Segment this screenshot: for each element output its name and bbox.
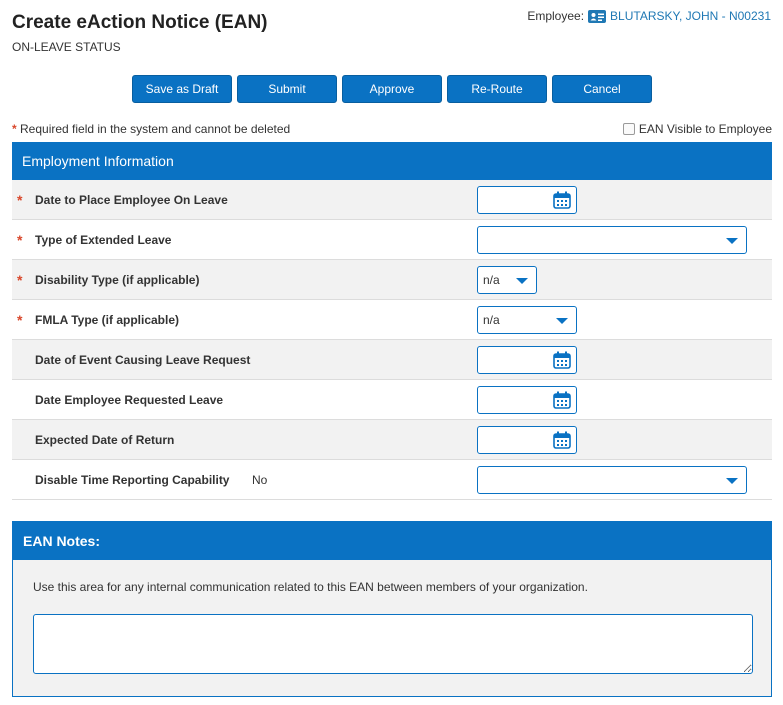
approve-button[interactable]: Approve bbox=[342, 75, 442, 103]
required-field-note: * Required field in the system and canno… bbox=[12, 122, 290, 136]
current-value: No bbox=[252, 472, 268, 487]
required-asterisk: * bbox=[17, 312, 23, 328]
ean-notes-body: Use this area for any internal communica… bbox=[13, 560, 771, 696]
field-label: Date to Place Employee On Leave bbox=[35, 192, 228, 207]
action-toolbar: Save as Draft Submit Approve Re-Route Ca… bbox=[132, 75, 652, 103]
disability-type-select[interactable]: n/a bbox=[477, 265, 537, 294]
expected-return-input[interactable] bbox=[477, 425, 577, 454]
form-row-disability-type: * Disability Type (if applicable) n/a bbox=[12, 260, 772, 300]
required-asterisk: * bbox=[17, 272, 23, 288]
required-asterisk: * bbox=[12, 122, 17, 136]
ean-notes-heading: EAN Notes: bbox=[13, 522, 771, 560]
ean-notes-hint: Use this area for any internal communica… bbox=[33, 580, 588, 594]
calendar-icon[interactable] bbox=[553, 431, 571, 449]
ean-notes-panel: EAN Notes: Use this area for any interna… bbox=[12, 521, 772, 697]
form-row-extended-leave-type: * Type of Extended Leave bbox=[12, 220, 772, 260]
ean-notes-textarea[interactable] bbox=[33, 614, 753, 674]
field-label: Disability Type (if applicable) bbox=[35, 272, 200, 287]
disable-time-reporting-select[interactable] bbox=[477, 465, 747, 494]
employee-info: Employee: BLUTARSKY, JOHN - N00231 bbox=[527, 9, 771, 23]
ean-visible-label: EAN Visible to Employee bbox=[638, 122, 772, 136]
re-route-button[interactable]: Re-Route bbox=[447, 75, 547, 103]
form-row-date-requested: Date Employee Requested Leave bbox=[12, 380, 772, 420]
employee-name-link[interactable]: BLUTARSKY, JOHN - N00231 bbox=[610, 9, 771, 23]
select-value: n/a bbox=[483, 272, 500, 287]
field-label: Date of Event Causing Leave Request bbox=[35, 352, 251, 367]
required-asterisk: * bbox=[17, 232, 23, 248]
chevron-down-icon bbox=[726, 477, 738, 484]
calendar-icon[interactable] bbox=[553, 391, 571, 409]
submit-button[interactable]: Submit bbox=[237, 75, 337, 103]
field-label: FMLA Type (if applicable) bbox=[35, 312, 180, 327]
page-subtitle: ON-LEAVE STATUS bbox=[12, 40, 121, 54]
page-title: Create eAction Notice (EAN) bbox=[12, 12, 268, 33]
cancel-button[interactable]: Cancel bbox=[552, 75, 652, 103]
form-row-disable-time-reporting: Disable Time Reporting Capability No bbox=[12, 460, 772, 500]
field-label: Date Employee Requested Leave bbox=[35, 392, 224, 407]
select-value: n/a bbox=[483, 312, 500, 327]
ean-visible-checkbox[interactable] bbox=[622, 123, 635, 135]
fmla-type-select[interactable]: n/a bbox=[477, 305, 577, 334]
field-label: Type of Extended Leave bbox=[35, 232, 172, 247]
chevron-down-icon bbox=[516, 277, 528, 284]
save-as-draft-button[interactable]: Save as Draft bbox=[132, 75, 232, 103]
date-on-leave-input[interactable] bbox=[477, 185, 577, 214]
field-label: Disable Time Reporting Capability bbox=[35, 472, 230, 487]
employment-information-panel: Employment Information * Date to Place E… bbox=[12, 142, 772, 500]
chevron-down-icon bbox=[556, 317, 568, 324]
form-row-fmla-type: * FMLA Type (if applicable) n/a bbox=[12, 300, 772, 340]
date-of-event-input[interactable] bbox=[477, 345, 577, 374]
form-row-date-of-event: Date of Event Causing Leave Request bbox=[12, 340, 772, 380]
extended-leave-type-select[interactable] bbox=[477, 225, 747, 254]
form-row-expected-return: Expected Date of Return bbox=[12, 420, 772, 460]
ean-visible-toggle[interactable]: EAN Visible to Employee bbox=[622, 122, 772, 136]
employment-information-heading: Employment Information bbox=[12, 142, 772, 180]
chevron-down-icon bbox=[726, 237, 738, 244]
calendar-icon[interactable] bbox=[553, 191, 571, 209]
id-card-icon bbox=[588, 9, 607, 23]
date-requested-input[interactable] bbox=[477, 385, 577, 414]
calendar-icon[interactable] bbox=[553, 351, 571, 369]
form-row-date-on-leave: * Date to Place Employee On Leave bbox=[12, 180, 772, 220]
required-note-text: Required field in the system and cannot … bbox=[20, 122, 291, 136]
employee-label: Employee: bbox=[527, 9, 585, 23]
required-asterisk: * bbox=[17, 192, 23, 208]
field-label: Expected Date of Return bbox=[35, 432, 175, 447]
